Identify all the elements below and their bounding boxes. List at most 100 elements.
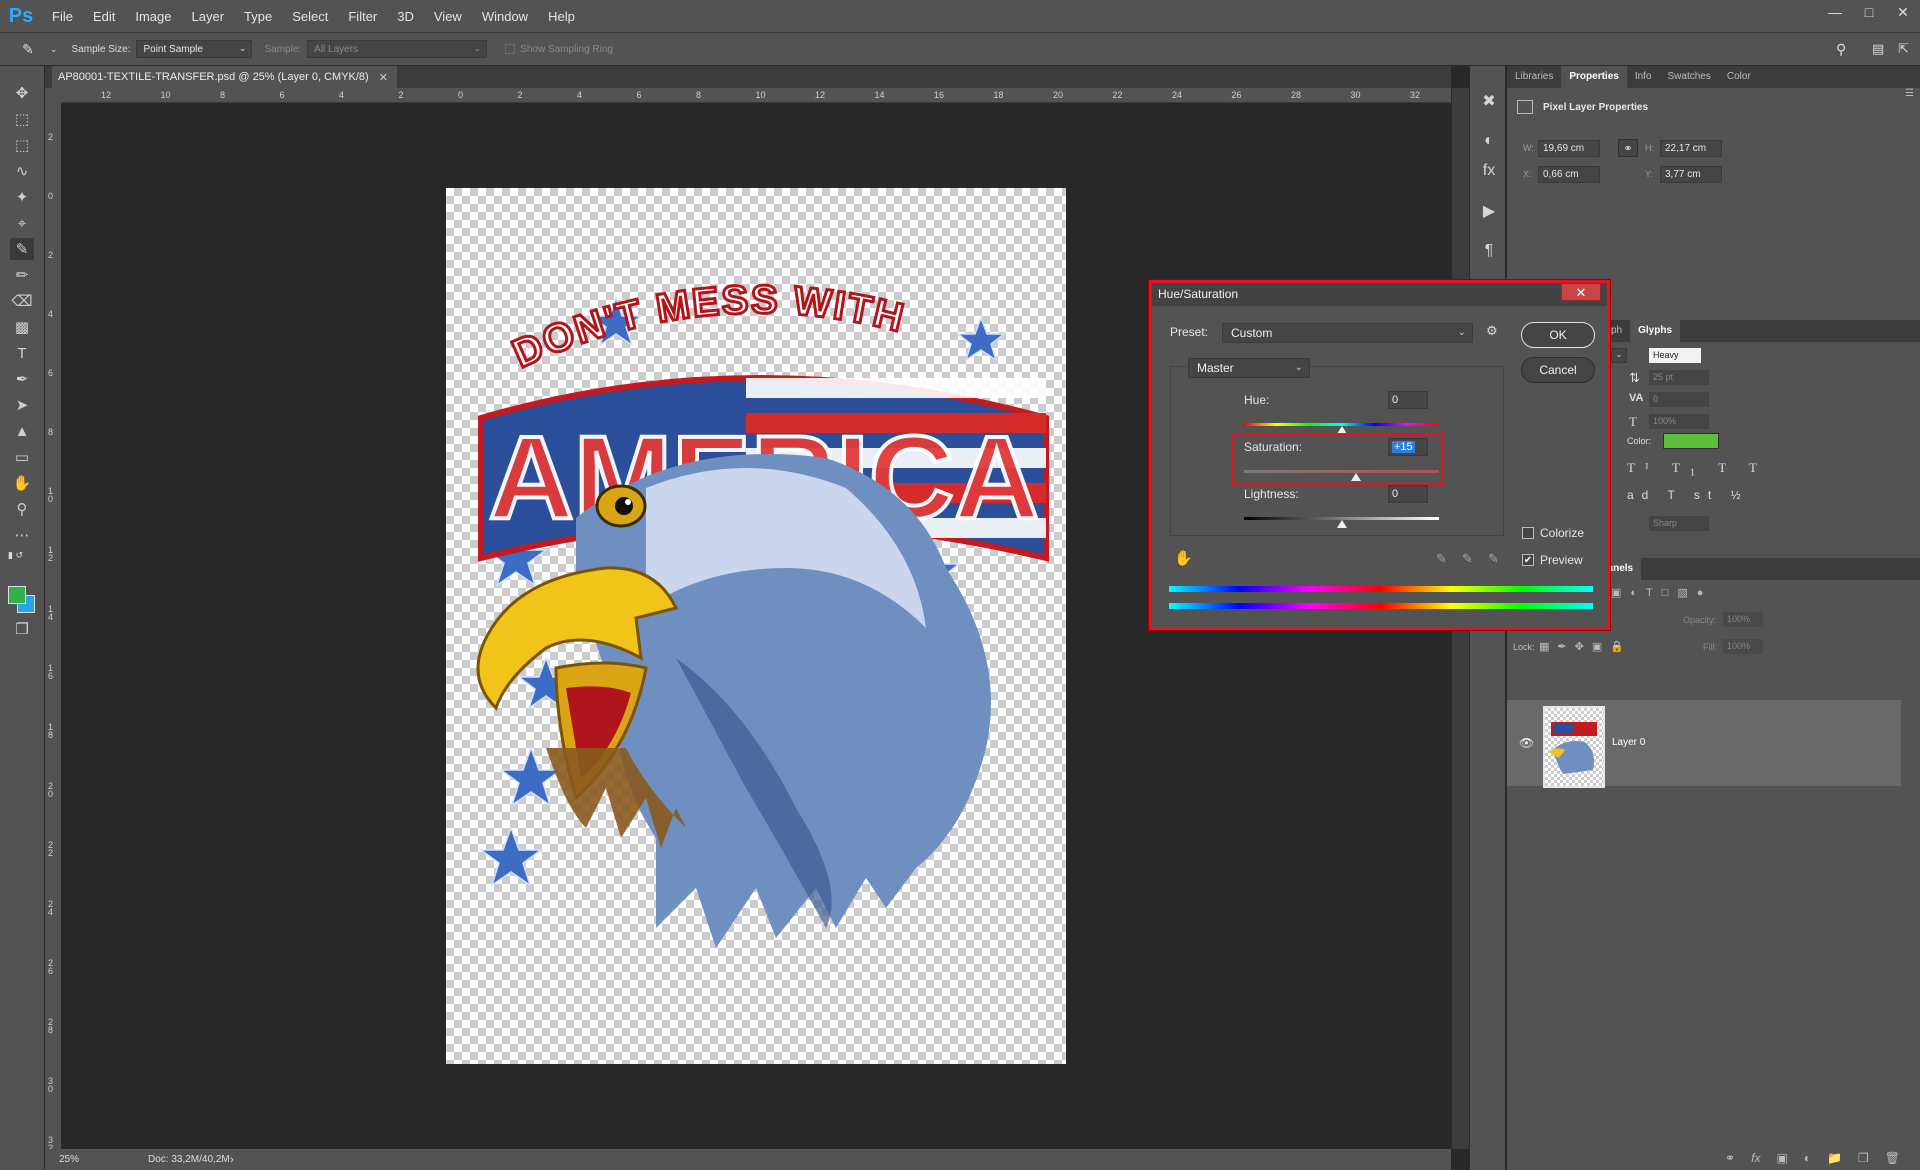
- minimize-icon[interactable]: —: [1818, 0, 1852, 24]
- status-menu-arrow-icon[interactable]: ›: [230, 1154, 234, 1166]
- zoom-level[interactable]: 25%: [45, 1154, 120, 1165]
- scale-field[interactable]: 100%: [1649, 414, 1709, 429]
- more-tools-icon[interactable]: ⋯: [10, 524, 34, 546]
- text-style-buttons[interactable]: T¹ T1 T T: [1627, 460, 1767, 479]
- move-tool-icon[interactable]: ✥: [10, 82, 34, 104]
- visibility-eye-icon[interactable]: 👁: [1519, 736, 1534, 750]
- type-tool-icon[interactable]: T: [10, 342, 34, 364]
- panel-menu-icon[interactable]: ☰: [1905, 88, 1914, 99]
- menu-image[interactable]: Image: [125, 0, 181, 33]
- menu-window[interactable]: Window: [472, 0, 538, 33]
- eyedropper-tool-icon[interactable]: ✎: [10, 238, 34, 260]
- new-layer-icon[interactable]: ❐: [1858, 1151, 1869, 1165]
- saturation-slider-thumb[interactable]: [1351, 473, 1362, 481]
- layer-name[interactable]: Layer 0: [1612, 737, 1645, 748]
- styles-fx-icon[interactable]: fx: [1477, 160, 1501, 182]
- tab-info[interactable]: Info: [1627, 66, 1660, 88]
- tab-libraries[interactable]: Libraries: [1507, 66, 1561, 88]
- swap-colors-icon[interactable]: ▮ ↺: [8, 550, 23, 561]
- hand-tool-icon[interactable]: ✋: [10, 472, 34, 494]
- adjustment-layer-icon[interactable]: ◐: [1804, 1151, 1811, 1165]
- vertical-ruler[interactable]: 2 0 2 4 6 8 10 12 14 16 18 20 22 24 26 28 30 32: [45, 103, 61, 1149]
- saturation-field[interactable]: +15: [1388, 438, 1428, 456]
- layer-row[interactable]: 👁 Layer 0: [1507, 700, 1901, 788]
- lightness-field[interactable]: 0: [1388, 485, 1428, 503]
- tab-swatches[interactable]: Swatches: [1660, 66, 1719, 88]
- rectangle-tool-icon[interactable]: ▭: [10, 446, 34, 468]
- path-selection-tool-icon[interactable]: ➤: [10, 394, 34, 416]
- foreground-color-swatch[interactable]: [8, 586, 26, 604]
- zoom-tool-icon[interactable]: ⚲: [10, 498, 34, 520]
- x-field[interactable]: 0,66 cm: [1538, 166, 1600, 183]
- eraser-tool-icon[interactable]: ⌫: [10, 290, 34, 312]
- brush-tool-icon[interactable]: ✏: [10, 264, 34, 286]
- menu-file[interactable]: File: [42, 0, 83, 33]
- tab-glyphs[interactable]: Glyphs: [1630, 320, 1681, 342]
- colorize-checkbox[interactable]: [1522, 527, 1534, 539]
- delete-layer-icon[interactable]: 🗑: [1885, 1151, 1900, 1165]
- horizontal-ruler[interactable]: 12 10 8 6 4 2 0 2 4 6 8 10 12 14 16 18 20 22 24 26 28 30 32: [61, 88, 1451, 103]
- workspace-icon[interactable]: ▤: [1872, 41, 1884, 57]
- subtract-from-sample-eyedropper-icon[interactable]: ✎: [1488, 551, 1499, 567]
- font-style-field[interactable]: Heavy: [1649, 348, 1701, 363]
- height-field[interactable]: 22,17 cm: [1660, 140, 1722, 157]
- document-tab[interactable]: AP80001-TEXTILE-TRANSFER.psd @ 25% (Laye…: [52, 66, 397, 88]
- lasso-tool-icon[interactable]: ∿: [10, 160, 34, 182]
- menu-layer[interactable]: Layer: [182, 0, 235, 33]
- screen-mode-icon[interactable]: ❐: [10, 618, 34, 640]
- dialog-title-bar[interactable]: Hue/Saturation ✕: [1152, 283, 1607, 306]
- artboard-tool-icon[interactable]: ⬚: [10, 108, 34, 130]
- menu-3d[interactable]: 3D: [387, 0, 424, 33]
- hue-field[interactable]: 0: [1388, 391, 1428, 409]
- targeted-adjustment-hand-icon[interactable]: ✋: [1174, 549, 1193, 567]
- tab-color[interactable]: Color: [1719, 66, 1759, 88]
- marquee-tool-icon[interactable]: ⬚: [10, 134, 34, 156]
- search-icon[interactable]: ⚲: [1836, 41, 1846, 58]
- lightness-slider-thumb[interactable]: [1336, 520, 1347, 528]
- menu-view[interactable]: View: [424, 0, 472, 33]
- tab-properties[interactable]: Properties: [1561, 66, 1627, 88]
- opentype-buttons[interactable]: ad T st ½: [1627, 488, 1749, 502]
- menu-edit[interactable]: Edit: [83, 0, 125, 33]
- leading-field[interactable]: 25 pt: [1649, 370, 1709, 385]
- layer-style-fx-icon[interactable]: fx: [1751, 1151, 1760, 1165]
- maximize-icon[interactable]: □: [1852, 0, 1886, 24]
- magic-wand-tool-icon[interactable]: ✦: [10, 186, 34, 208]
- dialog-close-button[interactable]: ✕: [1561, 283, 1601, 301]
- sample-select[interactable]: All Layers ⌄: [307, 40, 488, 58]
- y-field[interactable]: 3,77 cm: [1660, 166, 1722, 183]
- eyedropper-tool-icon[interactable]: ✎: [22, 41, 50, 58]
- font-family-dropdown-icon[interactable]: ⌄: [1611, 348, 1627, 363]
- link-icon[interactable]: ⚭: [1618, 139, 1638, 157]
- new-group-icon[interactable]: 📁: [1827, 1151, 1842, 1165]
- eyedropper-icon[interactable]: ✎: [1436, 551, 1447, 567]
- tracking-field[interactable]: 0: [1649, 392, 1709, 407]
- add-to-sample-eyedropper-icon[interactable]: ✎: [1462, 551, 1473, 567]
- ruler-origin[interactable]: [45, 88, 61, 103]
- sampling-ring-checkbox[interactable]: [505, 44, 516, 54]
- link-layers-icon[interactable]: ⚭: [1725, 1151, 1735, 1165]
- menu-help[interactable]: Help: [538, 0, 585, 33]
- stamp-tool-icon[interactable]: ▲: [10, 420, 34, 442]
- width-field[interactable]: 19,69 cm: [1538, 140, 1600, 157]
- preview-checkbox[interactable]: ✔: [1522, 554, 1534, 566]
- antialias-select[interactable]: Sharp: [1649, 516, 1709, 531]
- actions-play-icon[interactable]: ▶: [1477, 200, 1501, 222]
- close-icon[interactable]: ✕: [1886, 0, 1920, 24]
- crop-tool-icon[interactable]: ⌖: [10, 212, 34, 234]
- cancel-button[interactable]: Cancel: [1521, 357, 1595, 383]
- pen-tool-icon[interactable]: ✒: [10, 368, 34, 390]
- menu-type[interactable]: Type: [234, 0, 282, 33]
- lock-icons[interactable]: ▦✒✥▣🔒: [1539, 640, 1632, 653]
- share-icon[interactable]: ⇱: [1898, 41, 1909, 57]
- tools-presets-icon[interactable]: ✖: [1477, 90, 1501, 112]
- opacity-field[interactable]: 100%: [1723, 612, 1763, 627]
- sample-size-select[interactable]: Point Sample ⌄: [136, 40, 253, 58]
- paragraph-icon[interactable]: ¶: [1477, 240, 1501, 262]
- adjustments-icon[interactable]: ◐: [1477, 130, 1501, 152]
- saturation-slider-track[interactable]: [1244, 470, 1439, 473]
- add-mask-icon[interactable]: ▣: [1776, 1151, 1787, 1165]
- menu-filter[interactable]: Filter: [338, 0, 387, 33]
- gradient-tool-icon[interactable]: ▩: [10, 316, 34, 338]
- document-canvas[interactable]: DON'T MESS WITH AMERICA: [446, 188, 1066, 1064]
